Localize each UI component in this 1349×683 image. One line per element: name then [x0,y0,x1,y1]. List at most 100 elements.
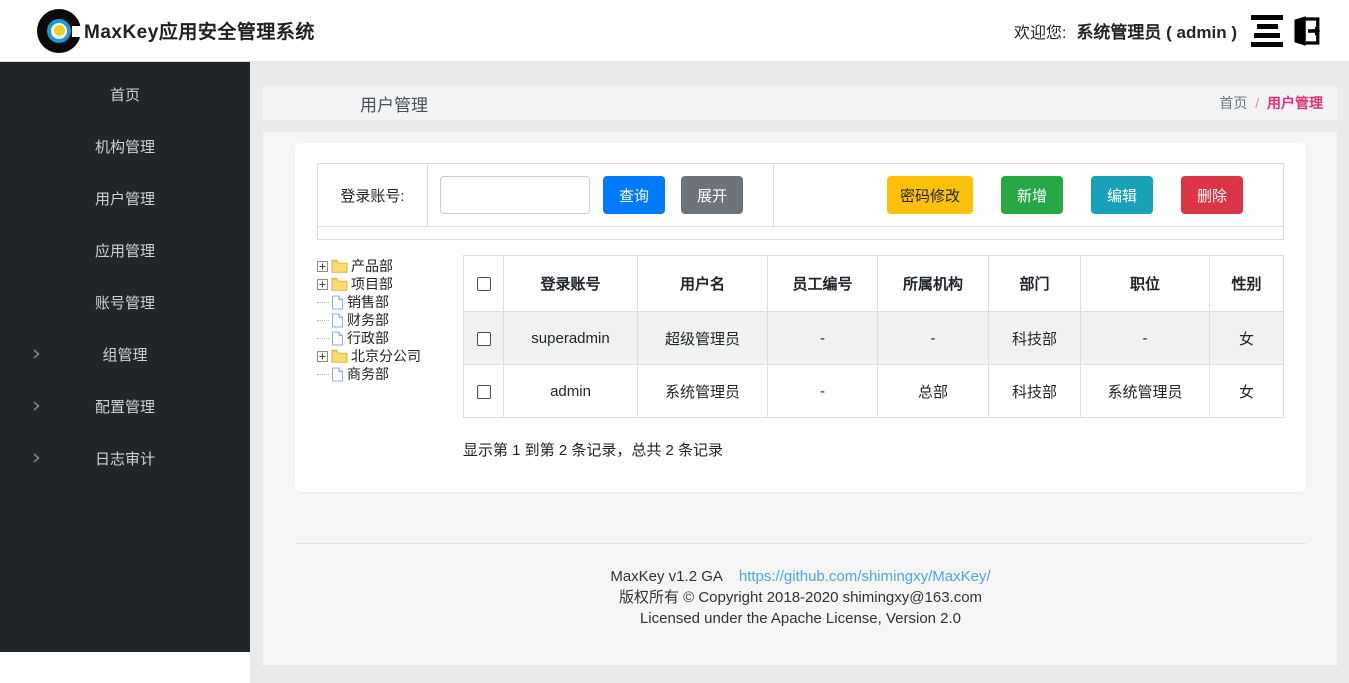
tree-node-label: 财务部 [347,310,389,330]
col-username: 用户名 [638,256,768,312]
row-checkbox[interactable] [477,332,491,346]
file-icon [331,367,344,382]
sidebar-item-app-management[interactable]: 应用管理 [0,224,250,276]
sidebar-item-org-management[interactable]: 机构管理 [0,120,250,172]
chevron-right-icon [30,400,42,412]
delete-button[interactable]: 删除 [1181,176,1243,214]
expand-plus-icon[interactable] [317,261,328,272]
folder-icon [331,277,348,291]
sidebar-item-log-audit[interactable]: 日志审计 [0,432,250,484]
chevron-right-icon [30,452,42,464]
page-title: 用户管理 [360,91,428,116]
tree-node-folder[interactable]: 项目部 [317,275,463,293]
tree-node-label: 行政部 [347,328,389,348]
col-organization: 所属机构 [878,256,989,312]
password-modify-button[interactable]: 密码修改 [887,176,973,214]
cell-position: - [1081,312,1210,365]
folder-icon [331,259,348,273]
sidebar-item-config-management[interactable]: 配置管理 [0,380,250,432]
tree-node-folder[interactable]: 北京分公司 [317,347,463,365]
expand-plus-icon[interactable] [317,279,328,290]
tree-node-leaf[interactable]: 财务部 [317,311,463,329]
department-tree: 产品部 项目部 销售部 [317,255,463,460]
current-user: 系统管理员 ( admin ) [1076,18,1237,43]
cell-login-account: admin [504,365,638,418]
table-header-row: 登录账号 用户名 员工编号 所属机构 部门 职位 性别 [464,256,1284,312]
tree-node-leaf[interactable]: 商务部 [317,365,463,383]
cell-department: 科技部 [989,365,1081,418]
logout-icon[interactable] [1287,13,1323,49]
edit-button[interactable]: 编辑 [1091,176,1153,214]
cell-gender: 女 [1210,365,1284,418]
breadcrumb-separator: / [1255,95,1259,111]
cell-position: 系统管理员 [1081,365,1210,418]
sidebar-item-label: 配置管理 [95,396,155,417]
tree-node-leaf[interactable]: 销售部 [317,293,463,311]
tree-node-label: 商务部 [347,364,389,384]
col-login-account: 登录账号 [504,256,638,312]
sidebar-item-group-management[interactable]: 组管理 [0,328,250,380]
sidebar-item-label: 账号管理 [95,292,155,313]
search-button[interactable]: 查询 [603,176,665,214]
sidebar-item-account-management[interactable]: 账号管理 [0,276,250,328]
app-title: MaxKey应用安全管理系统 [84,17,315,44]
chevron-right-icon [30,348,42,360]
title-bar: 用户管理 首页 / 用户管理 [263,86,1337,120]
user-management-card: 登录账号: 查询 展开 密码修改 新增 编辑 删除 [295,143,1306,492]
sidebar-item-label: 机构管理 [95,136,155,157]
users-table-area: 登录账号 用户名 员工编号 所属机构 部门 职位 性别 [463,255,1284,460]
page-section: 登录账号: 查询 展开 密码修改 新增 编辑 删除 [263,132,1337,665]
tree-node-label: 北京分公司 [351,346,421,366]
sidebar-item-home[interactable]: 首页 [0,68,250,120]
users-table: 登录账号 用户名 员工编号 所属机构 部门 职位 性别 [463,255,1284,418]
login-account-input[interactable] [440,176,590,214]
footer-license: Licensed under the Apache License, Versi… [295,608,1306,629]
file-icon [331,313,344,328]
folder-icon [331,349,348,363]
select-all-checkbox[interactable] [477,277,491,291]
cell-employee-no: - [768,312,878,365]
cell-employee-no: - [768,365,878,418]
breadcrumb-home-link[interactable]: 首页 [1219,95,1247,111]
tree-node-label: 项目部 [351,274,393,294]
footer-copyright: 版权所有 © Copyright 2018-2020 shimingxy@163… [295,587,1306,608]
table-row[interactable]: admin 系统管理员 - 总部 科技部 系统管理员 女 [464,365,1284,418]
breadcrumb: 首页 / 用户管理 [1219,93,1323,113]
cell-organization: - [878,312,989,365]
list-icon[interactable] [1251,15,1283,47]
sidebar-item-user-management[interactable]: 用户管理 [0,172,250,224]
table-toolbar-strip [317,226,1284,240]
pagination-summary: 显示第 1 到第 2 条记录，总共 2 条记录 [463,439,1284,460]
table-row[interactable]: superadmin 超级管理员 - - 科技部 - 女 [464,312,1284,365]
file-icon [331,295,344,310]
cell-department: 科技部 [989,312,1081,365]
sidebar-item-label: 应用管理 [95,240,155,261]
main-content: 用户管理 首页 / 用户管理 登录账号: 查询 展开 密码修改 新增 [250,62,1349,683]
header-right: 欢迎您: 系统管理员 ( admin ) [1014,13,1323,49]
cell-organization: 总部 [878,365,989,418]
sidebar-item-label: 首页 [110,84,140,105]
welcome-label: 欢迎您: [1014,19,1066,43]
add-button[interactable]: 新增 [1001,176,1063,214]
cell-username: 超级管理员 [638,312,768,365]
app-header: MaxKey应用安全管理系统 欢迎您: 系统管理员 ( admin ) [0,0,1349,62]
tree-connector [317,320,329,321]
cell-login-account: superadmin [504,312,638,365]
row-checkbox[interactable] [477,385,491,399]
sidebar: 首页 机构管理 用户管理 应用管理 账号管理 组管理 配置管理 日志审计 [0,62,250,652]
cell-username: 系统管理员 [638,365,768,418]
page-footer: MaxKey v1.2 GAhttps://github.com/shiming… [295,544,1306,629]
breadcrumb-current: 用户管理 [1267,95,1323,111]
footer-github-link[interactable]: https://github.com/shimingxy/MaxKey/ [739,568,991,585]
sidebar-item-label: 用户管理 [95,188,155,209]
file-icon [331,331,344,346]
expand-button[interactable]: 展开 [681,176,743,214]
filter-bar: 登录账号: 查询 展开 密码修改 新增 编辑 删除 [317,163,1284,227]
tree-node-label: 产品部 [351,256,393,276]
col-gender: 性别 [1210,256,1284,312]
tree-connector [317,338,329,339]
expand-plus-icon[interactable] [317,351,328,362]
tree-node-leaf[interactable]: 行政部 [317,329,463,347]
tree-node-folder[interactable]: 产品部 [317,257,463,275]
maxkey-logo-icon [36,8,82,54]
